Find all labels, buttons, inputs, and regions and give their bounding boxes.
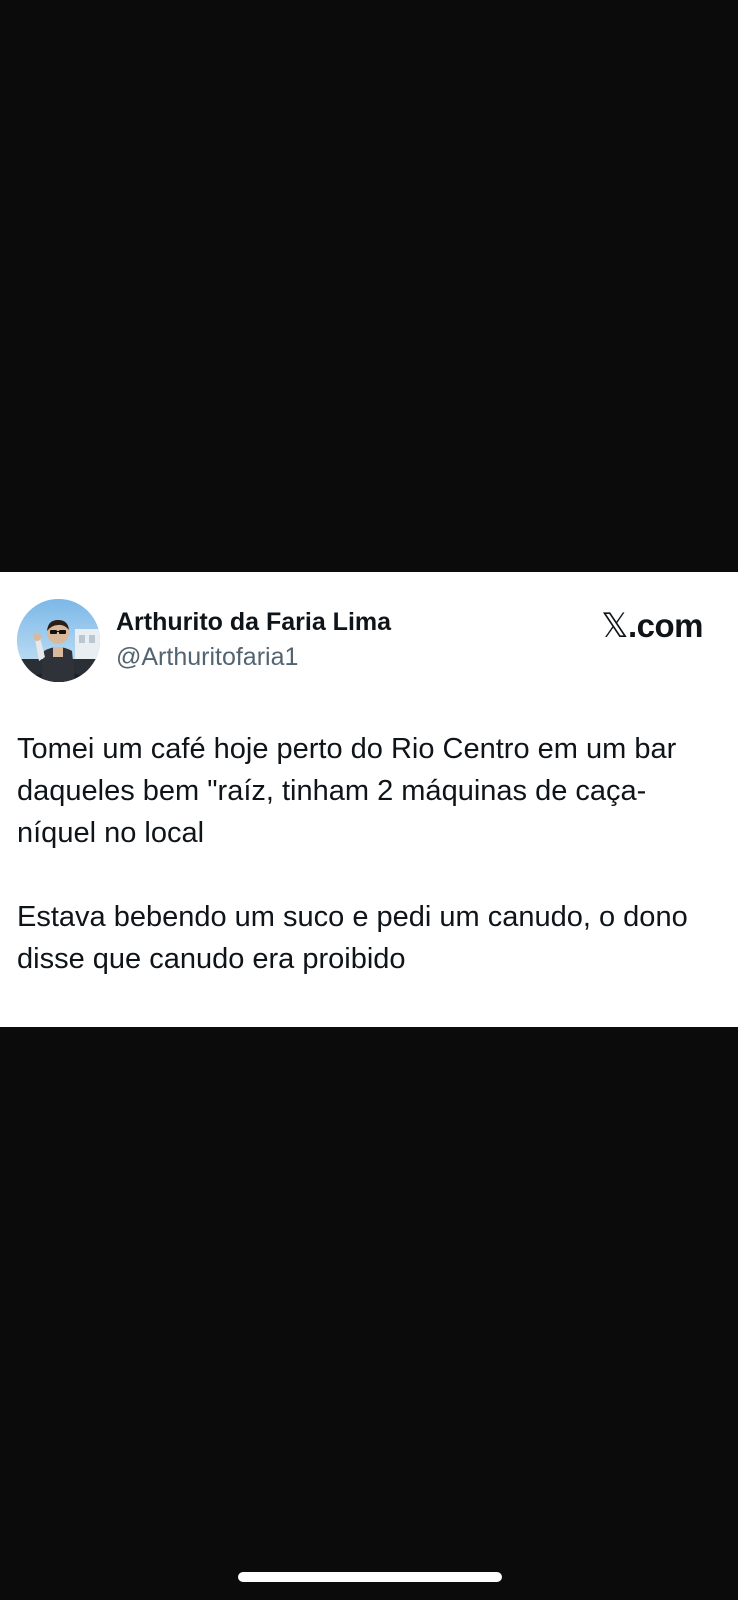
x-brand-logo: 𝕏.com xyxy=(601,606,703,646)
brand-domain: .com xyxy=(627,607,704,644)
tweet-paragraph-2: Estava bebendo um suco e pedi um canudo,… xyxy=(17,901,688,975)
tweet-paragraph-1: Tomei um café hoje perto do Rio Centro e… xyxy=(17,733,677,849)
author-handle[interactable]: @Arthuritofaria1 xyxy=(116,643,298,672)
tweet-card: Arthurito da Faria Lima @Arthuritofaria1… xyxy=(0,572,738,1027)
avatar[interactable] xyxy=(17,599,100,682)
author-name[interactable]: Arthurito da Faria Lima xyxy=(116,608,391,637)
tweet-text: Tomei um café hoje perto do Rio Centro e… xyxy=(17,728,717,980)
x-logo-icon: 𝕏 xyxy=(601,606,628,646)
home-indicator-bar[interactable] xyxy=(238,1572,502,1582)
screenshot-screen: Arthurito da Faria Lima @Arthuritofaria1… xyxy=(0,0,738,1600)
avatar-image xyxy=(17,599,100,682)
